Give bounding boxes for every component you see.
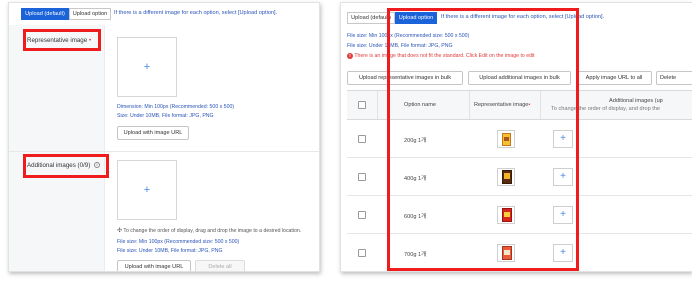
highlight-box-option-images — [387, 8, 579, 271]
additional-images-header: Additional images (up — [609, 98, 663, 104]
plus-icon: + — [143, 61, 151, 73]
highlight-box-additional — [23, 154, 109, 178]
representative-size-text: Size: Under 10MB, File format: JPG, PNG — [117, 113, 214, 119]
warning-icon: ! — [347, 53, 353, 59]
row-checkbox[interactable] — [358, 135, 366, 143]
delete-all-button[interactable]: Delete all — [195, 260, 245, 271]
plus-icon: + — [143, 184, 151, 196]
tab-upload-option[interactable]: Upload option — [69, 8, 111, 20]
row-checkbox[interactable] — [358, 211, 366, 219]
additional-url-button[interactable]: Upload with image URL — [117, 260, 191, 271]
upload-mode-hint: If there is a different image for each o… — [114, 10, 278, 16]
highlight-box-representative — [23, 29, 101, 51]
representative-image-dropzone[interactable]: + — [117, 37, 177, 97]
additional-image-dropzone[interactable]: + — [117, 160, 177, 220]
delete-button[interactable]: Delete — [656, 71, 692, 85]
select-all-checkbox[interactable] — [358, 101, 366, 109]
additional-file-size-text: File size: Min 100px (Recommended size: … — [117, 239, 240, 245]
row-checkbox[interactable] — [358, 173, 366, 181]
row-checkbox[interactable] — [358, 249, 366, 257]
tab-upload-default[interactable]: Upload (default) — [21, 8, 69, 20]
reorder-hint: ✣ To change the order of display, drag a… — [117, 228, 302, 234]
move-icon: ✣ — [117, 228, 123, 234]
single-image-upload-panel: Upload (default) Upload option If there … — [8, 2, 320, 272]
option-image-upload-panel: Upload (default) Upload option If there … — [340, 2, 692, 272]
representative-dimension-text: Dimension: Min 100px (Recommended: 500 x… — [117, 104, 235, 110]
representative-url-button[interactable]: Upload with image URL — [117, 126, 189, 140]
additional-file-format-text: File size: Under 10MB, File format: JPG,… — [117, 248, 223, 254]
apply-url-all-button[interactable]: Apply image URL to all — [576, 71, 652, 85]
